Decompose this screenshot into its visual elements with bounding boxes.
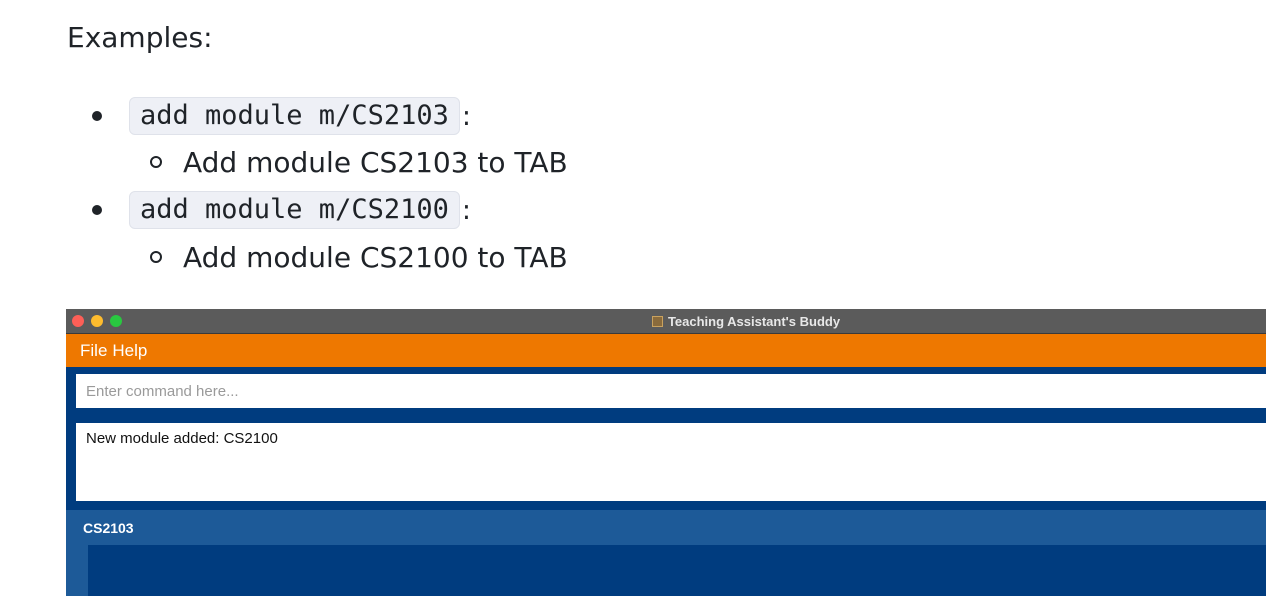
module-panel-body — [88, 545, 1266, 596]
window-title: Teaching Assistant's Buddy — [66, 309, 1266, 333]
module-list-item[interactable]: CS2103 — [66, 510, 1266, 545]
menu-file[interactable]: File — [80, 341, 107, 361]
menu-help[interactable]: Help — [112, 341, 147, 361]
window-title-text: Teaching Assistant's Buddy — [667, 313, 841, 329]
example-command-1: add module m/CS2103 — [129, 97, 460, 135]
bullet-icon — [92, 111, 102, 121]
example-description-item-2: Add module CS2100 to TAB — [150, 237, 568, 277]
app-screenshot-window: Teaching Assistant's Buddy File Help New… — [66, 309, 1266, 596]
command-input[interactable] — [76, 374, 1266, 408]
example-item-1: add module m/CS2103 : — [88, 94, 471, 138]
document-page: Examples: add module m/CS2103 : Add modu… — [0, 0, 1266, 596]
colon: : — [461, 100, 471, 132]
colon: : — [461, 194, 471, 226]
example-item-2: add module m/CS2100 : — [88, 188, 471, 232]
sub-bullet-icon — [150, 156, 162, 168]
example-description-1: Add module CS2103 to TAB — [183, 145, 568, 179]
bullet-icon — [92, 205, 102, 215]
examples-heading: Examples: — [67, 21, 213, 54]
sub-bullet-icon — [150, 251, 162, 263]
example-description-2: Add module CS2100 to TAB — [183, 240, 568, 274]
example-description-item-1: Add module CS2103 to TAB — [150, 142, 568, 182]
result-display: New module added: CS2100 — [76, 423, 1266, 501]
command-box-area — [66, 367, 1266, 423]
window-titlebar: Teaching Assistant's Buddy — [66, 309, 1266, 334]
example-command-2: add module m/CS2100 — [129, 191, 460, 229]
module-name: CS2103 — [83, 519, 134, 536]
menu-bar: File Help — [66, 334, 1266, 367]
module-panel-border — [66, 545, 88, 596]
app-icon — [651, 315, 663, 327]
